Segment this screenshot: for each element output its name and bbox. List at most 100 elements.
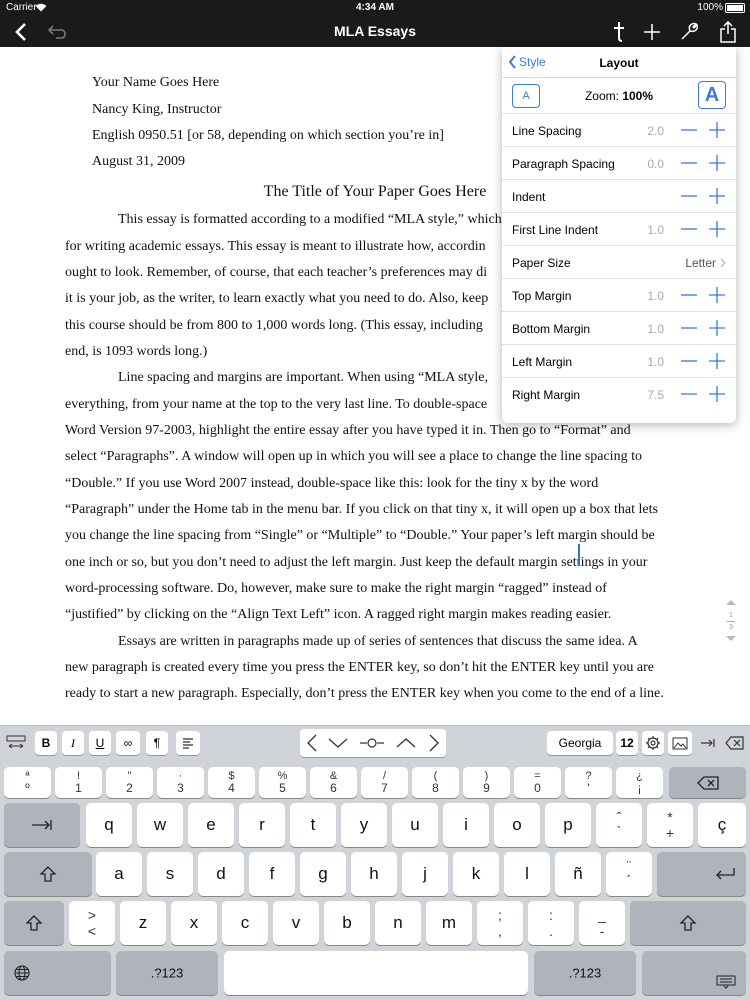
- cursor-down-icon[interactable]: [324, 731, 352, 755]
- left-margin-decrease-icon[interactable]: [680, 351, 698, 371]
- key-u[interactable]: u: [392, 803, 438, 847]
- key-i[interactable]: i: [443, 803, 489, 847]
- page-up-icon[interactable]: [723, 598, 739, 606]
- key[interactable]: · 3: [157, 767, 204, 798]
- first-line-indent-increase-icon[interactable]: [708, 219, 726, 239]
- share-icon[interactable]: [715, 19, 741, 45]
- key-h[interactable]: h: [351, 852, 397, 896]
- top-margin-increase-icon[interactable]: [708, 285, 726, 305]
- key[interactable]: ) 9: [463, 767, 510, 798]
- cursor-left-icon[interactable]: [300, 731, 324, 755]
- indent-decrease-icon[interactable]: [680, 186, 698, 206]
- key[interactable]: % 5: [259, 767, 306, 798]
- key-m[interactable]: m: [426, 901, 472, 945]
- key[interactable]: ! 1: [55, 767, 102, 798]
- key-n-tilde[interactable]: ñ: [555, 852, 601, 896]
- key-c-cedilla[interactable]: ç: [698, 803, 746, 847]
- key-f[interactable]: f: [249, 852, 295, 896]
- key-j[interactable]: j: [402, 852, 448, 896]
- key-p[interactable]: p: [545, 803, 591, 847]
- key-accent[interactable]: ˆ `: [596, 803, 642, 847]
- key-b[interactable]: b: [324, 901, 370, 945]
- align-left-icon[interactable]: [176, 731, 200, 755]
- numbers-mode-key-left[interactable]: .?123: [116, 951, 218, 995]
- key-v[interactable]: v: [273, 901, 319, 945]
- key-n[interactable]: n: [375, 901, 421, 945]
- key[interactable]: ¿ ¡: [616, 767, 663, 798]
- key-g[interactable]: g: [300, 852, 346, 896]
- key-l[interactable]: l: [504, 852, 550, 896]
- top-margin-decrease-icon[interactable]: [680, 285, 698, 305]
- left-margin-increase-icon[interactable]: [708, 351, 726, 371]
- key-o[interactable]: o: [494, 803, 540, 847]
- paper-size-row[interactable]: Paper Size Letter: [502, 246, 736, 279]
- hide-keyboard-key[interactable]: [642, 951, 746, 995]
- cursor-right-icon[interactable]: [422, 731, 446, 755]
- key[interactable]: /7: [361, 767, 408, 798]
- tab-key[interactable]: [4, 803, 80, 847]
- line-spacing-increase-icon[interactable]: [708, 120, 726, 140]
- key-c[interactable]: c: [222, 901, 268, 945]
- key-colon[interactable]: :.: [528, 901, 574, 945]
- image-icon[interactable]: [668, 731, 692, 755]
- key-z[interactable]: z: [120, 901, 166, 945]
- page-down-icon[interactable]: [723, 635, 739, 643]
- key[interactable]: " 2: [106, 767, 153, 798]
- page-indicator[interactable]: 1 3: [723, 598, 739, 658]
- text-style-icon[interactable]: [606, 19, 632, 45]
- wrench-icon[interactable]: [676, 19, 702, 45]
- bottom-margin-decrease-icon[interactable]: [680, 318, 698, 338]
- shift-key-left[interactable]: [4, 901, 64, 945]
- key[interactable]: = 0: [514, 767, 561, 798]
- key-s[interactable]: s: [147, 852, 193, 896]
- key-q[interactable]: q: [86, 803, 132, 847]
- shift-key[interactable]: [4, 852, 92, 896]
- indent-increase-icon[interactable]: [708, 186, 726, 206]
- key[interactable]: ªº: [4, 767, 51, 798]
- key-t[interactable]: t: [290, 803, 336, 847]
- key-a[interactable]: a: [96, 852, 142, 896]
- paper-size-selector[interactable]: Letter: [685, 256, 726, 270]
- globe-key[interactable]: [4, 951, 111, 995]
- pilcrow-button[interactable]: ¶: [146, 731, 168, 755]
- key-underscore[interactable]: _ -: [579, 901, 625, 945]
- key-r[interactable]: r: [239, 803, 285, 847]
- key-x[interactable]: x: [171, 901, 217, 945]
- key[interactable]: & 6: [310, 767, 357, 798]
- underline-button[interactable]: U: [89, 731, 111, 755]
- tab-icon[interactable]: [696, 731, 720, 755]
- key-w[interactable]: w: [137, 803, 183, 847]
- cursor-up-icon[interactable]: [392, 731, 420, 755]
- bold-button[interactable]: B: [35, 731, 57, 755]
- key-diaeresis[interactable]: ¨ ´: [606, 852, 652, 896]
- italic-button[interactable]: I: [62, 731, 84, 755]
- space-bar[interactable]: [224, 951, 528, 995]
- key[interactable]: (8: [412, 767, 459, 798]
- key-e[interactable]: e: [188, 803, 234, 847]
- key-semicolon[interactable]: ;,: [477, 901, 523, 945]
- numbers-mode-key-right[interactable]: .?123: [534, 951, 636, 995]
- shift-key-right[interactable]: [630, 901, 746, 945]
- link-button[interactable]: ∞: [116, 731, 140, 755]
- right-margin-increase-icon[interactable]: [708, 384, 726, 404]
- dismiss-keyboard-icon[interactable]: [723, 731, 747, 755]
- add-icon[interactable]: [639, 19, 665, 45]
- font-selector[interactable]: Georgia: [547, 731, 613, 755]
- return-key[interactable]: [657, 852, 746, 896]
- key[interactable]: ? ': [565, 767, 612, 798]
- key-y[interactable]: y: [341, 803, 387, 847]
- paragraph-spacing-decrease-icon[interactable]: [680, 153, 698, 173]
- key-plus[interactable]: * +: [647, 803, 693, 847]
- gear-icon[interactable]: [642, 731, 664, 755]
- line-spacing-decrease-icon[interactable]: [680, 120, 698, 140]
- key-k[interactable]: k: [453, 852, 499, 896]
- first-line-indent-decrease-icon[interactable]: [680, 219, 698, 239]
- key[interactable]: $4: [208, 767, 255, 798]
- backspace-key[interactable]: [669, 767, 746, 798]
- keyboard-resize-icon[interactable]: [4, 731, 28, 755]
- select-toggle-icon[interactable]: [358, 731, 386, 755]
- right-margin-decrease-icon[interactable]: [680, 384, 698, 404]
- key-angle-brackets[interactable]: > <: [69, 901, 115, 945]
- font-size-selector[interactable]: 12: [616, 731, 638, 755]
- zoom-in-button[interactable]: A: [698, 81, 726, 109]
